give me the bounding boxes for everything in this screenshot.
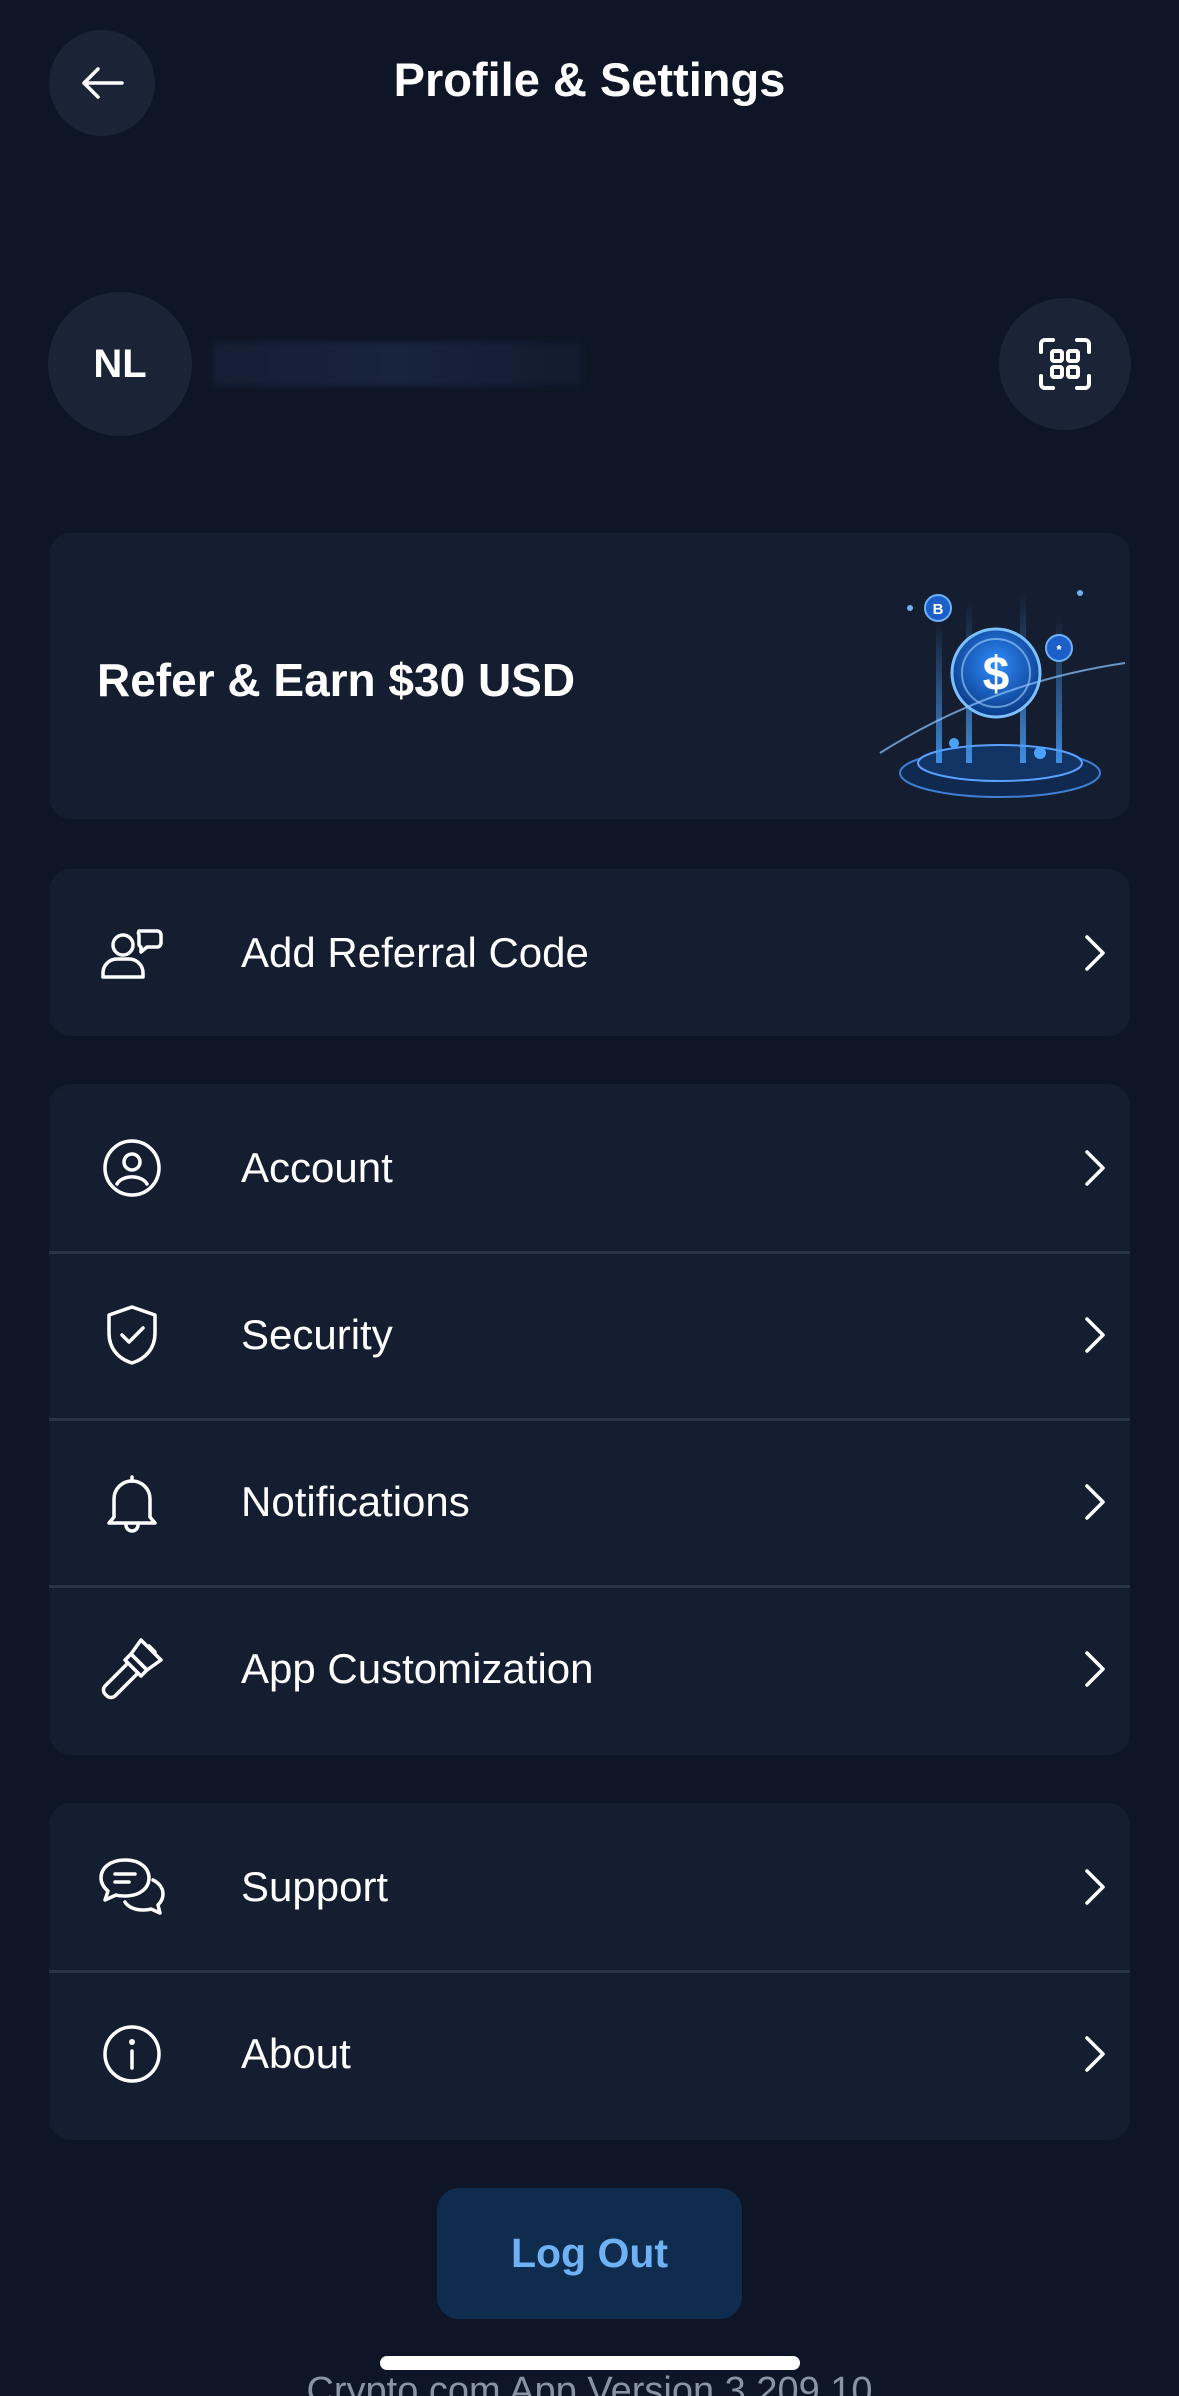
add-referral-code-label: Add Referral Code (241, 928, 589, 976)
settings-item-app-customization[interactable]: App Customization (49, 1585, 1130, 1752)
page-title: Profile & Settings (393, 53, 786, 106)
scan-button[interactable] (999, 298, 1131, 430)
settings-item-label: Security (241, 1310, 393, 1358)
chevron-right-icon (1075, 1477, 1115, 1527)
info-circle-icon (97, 2019, 167, 2089)
username-redacted (213, 342, 583, 386)
help-group: Support About (49, 1803, 1130, 2140)
header: Profile & Settings (0, 0, 1179, 170)
chevron-right-icon (1075, 1143, 1115, 1193)
settings-item-label: About (241, 2029, 351, 2077)
referral-group: Add Referral Code (49, 869, 1130, 1036)
chevron-right-icon (1075, 1644, 1115, 1694)
add-referral-code-row[interactable]: Add Referral Code (49, 869, 1130, 1036)
app-version-text: Crypto.com App Version 3.209.10 (306, 2370, 873, 2396)
settings-item-label: Support (241, 1862, 389, 1910)
chevron-right-icon (1075, 1310, 1115, 1360)
account-settings-group: Account Security Notifications App Custo… (49, 1084, 1130, 1755)
bell-icon (97, 1467, 167, 1537)
promo-text: Refer & Earn $30 USD (97, 654, 576, 706)
svg-text:B: B (933, 601, 944, 618)
chat-bubbles-icon (97, 1852, 167, 1922)
dollar-coin-platform-illustration: B * $ (879, 590, 1126, 798)
chevron-right-icon (1075, 2029, 1115, 2079)
settings-item-about[interactable]: About (49, 1970, 1130, 2137)
settings-item-account[interactable]: Account (49, 1084, 1130, 1251)
settings-item-security[interactable]: Security (49, 1251, 1130, 1418)
settings-item-support[interactable]: Support (49, 1803, 1130, 1970)
chevron-right-icon (1075, 1862, 1115, 1912)
avatar[interactable]: NL (48, 292, 192, 436)
logout-button[interactable]: Log Out (437, 2188, 742, 2319)
user-circle-icon (97, 1133, 167, 1203)
settings-item-notifications[interactable]: Notifications (49, 1418, 1130, 1585)
referral-users-icon (97, 918, 167, 988)
chevron-right-icon (1075, 928, 1115, 978)
home-indicator[interactable] (380, 2356, 800, 2370)
settings-item-label: Account (241, 1143, 393, 1191)
paintbrush-icon (97, 1634, 167, 1704)
shield-check-icon (97, 1300, 167, 1370)
refer-earn-banner[interactable]: Refer & Earn $30 USD B * $ (49, 533, 1130, 819)
qr-scan-icon (1039, 338, 1091, 390)
settings-item-label: App Customization (241, 1644, 594, 1692)
profile-settings-screen: Profile & Settings NL Refer & Earn $30 U… (0, 0, 1179, 2396)
avatar-initials: NL (93, 341, 147, 386)
settings-item-label: Notifications (241, 1477, 470, 1525)
